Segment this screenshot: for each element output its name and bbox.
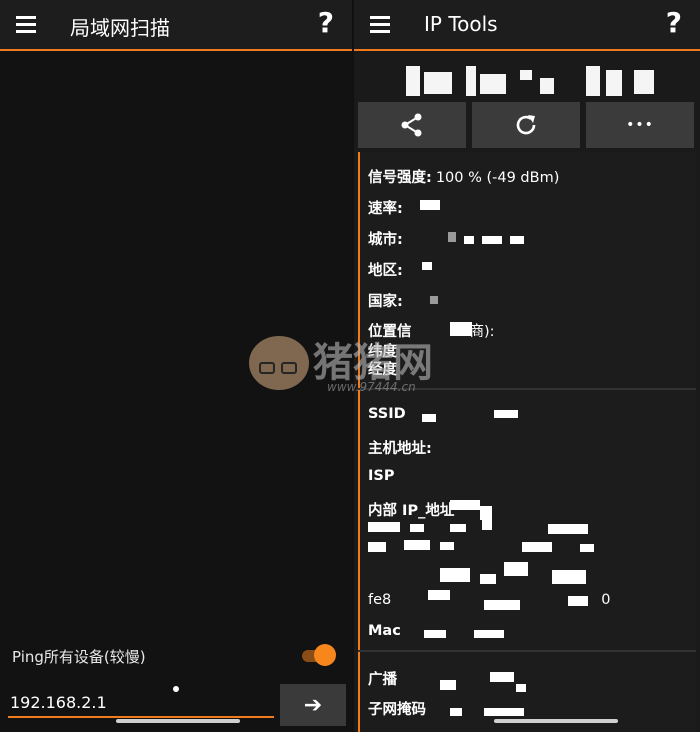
watermark-url: www.97444.cn bbox=[327, 380, 416, 394]
menu-icon[interactable] bbox=[370, 16, 392, 34]
mac-row: Mac bbox=[368, 623, 401, 639]
share-button[interactable] bbox=[358, 102, 466, 148]
region-row: 地区: bbox=[368, 263, 403, 279]
city-row: 城市: bbox=[368, 232, 403, 248]
country-row: 国家: bbox=[368, 294, 403, 310]
signal-strength-row: 信号强度: 100 % (-49 dBm) bbox=[368, 170, 560, 186]
ping-all-row: Ping所有设备(较慢) bbox=[0, 640, 352, 672]
refresh-icon bbox=[516, 115, 536, 135]
help-icon[interactable]: ? bbox=[666, 6, 682, 39]
host-address-row: 主机地址: bbox=[368, 441, 432, 457]
ping-all-toggle[interactable] bbox=[302, 644, 336, 666]
help-icon[interactable]: ? bbox=[318, 6, 334, 39]
more-icon: ••• bbox=[626, 117, 654, 133]
go-button[interactable]: ➔ bbox=[280, 684, 346, 726]
ssid-row: SSID bbox=[368, 406, 406, 422]
isp-row: ISP bbox=[368, 468, 395, 484]
link-speed-row: 速率: bbox=[368, 201, 403, 217]
internal-ip-row: 内部 IP_地址 bbox=[368, 503, 455, 519]
page-title: 局域网扫描 bbox=[70, 16, 170, 40]
menu-icon[interactable] bbox=[16, 16, 38, 34]
subnet-mask-row: 子网掩码 bbox=[368, 702, 426, 718]
ping-all-label: Ping所有设备(较慢) bbox=[12, 648, 146, 666]
app-bar: 局域网扫描 ? bbox=[0, 0, 352, 51]
arrow-right-icon: ➔ bbox=[303, 692, 323, 717]
home-indicator bbox=[116, 719, 240, 723]
watermark: 猪猪网 www.97444.cn bbox=[245, 330, 465, 400]
app-bar: IP Tools ? bbox=[354, 0, 700, 51]
more-button[interactable]: ••• bbox=[586, 102, 694, 148]
broadcast-row: 广播 bbox=[368, 672, 397, 688]
section-divider bbox=[358, 650, 696, 652]
share-icon bbox=[401, 113, 422, 137]
refresh-button[interactable] bbox=[472, 102, 580, 148]
page-title: IP Tools bbox=[424, 12, 498, 36]
pig-logo-icon bbox=[249, 336, 309, 390]
ip-address-input[interactable] bbox=[8, 688, 274, 718]
home-indicator bbox=[494, 719, 618, 723]
